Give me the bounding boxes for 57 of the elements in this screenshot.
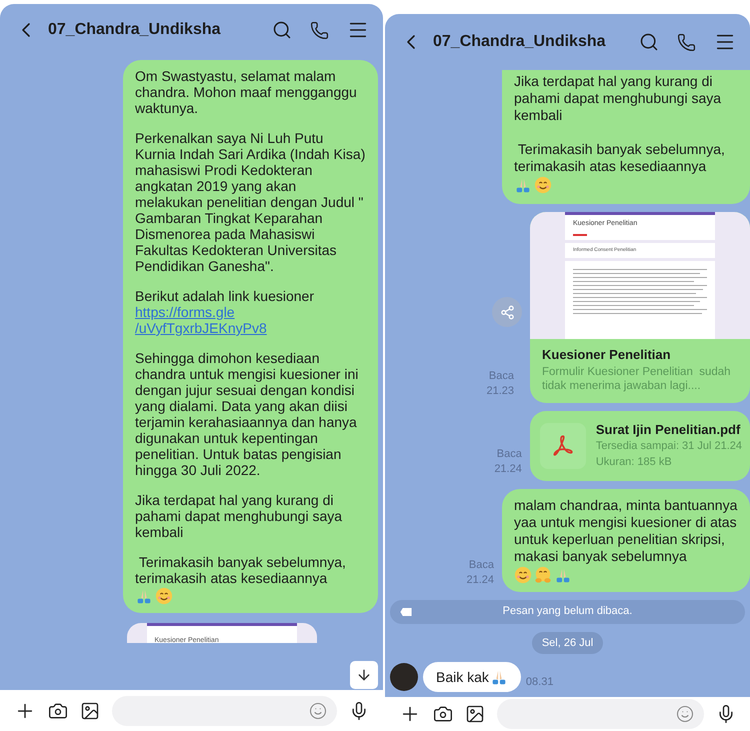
gallery-button[interactable] <box>80 700 100 720</box>
message-time: 21.24 <box>466 572 494 588</box>
message-text: Jika terdapat hal yang kurang di pahami dapat menghubungi saya kembali <box>135 492 344 540</box>
message-time: 21.23 <box>486 384 514 398</box>
image-icon <box>80 700 100 720</box>
camera-button[interactable] <box>48 700 68 720</box>
message-text: malam chandraa, minta bantuannya yaa untuk mengisi kuesioner di atas untuk keperluan penelitian skripsi, makasi banyak sebelumnya <box>514 496 738 564</box>
search-button[interactable] <box>272 20 292 40</box>
message-text: Terimakasih banyak sebelumnya, terimakasih atas kesediaannya <box>135 554 347 586</box>
scroll-down-button[interactable] <box>350 661 378 689</box>
read-status: Baca <box>468 558 494 572</box>
message-text: Perkenalkan saya Ni Luh Putu Kurnia Indah Sari Ardika (Indah Kisa) mahasiswi Prodi Kedokteran angkatan 2019 yang akan melakukan penelitian dengan Judul " Gambaran Tingkat Keparahan Dismenorea pada Mahasiswi Fakultas Kedokteran Universitas Pendidikan Ganesha". <box>135 130 366 274</box>
link-title: Kuesioner Penelitian <box>542 346 672 364</box>
call-button[interactable] <box>677 32 696 52</box>
search-icon <box>272 20 292 40</box>
share-icon <box>500 304 514 320</box>
read-status: Baca <box>488 368 514 384</box>
message-time: 08.31 <box>526 674 554 690</box>
phone-icon <box>310 20 329 40</box>
emoji-icon[interactable] <box>309 702 327 720</box>
camera-button[interactable] <box>433 704 453 724</box>
search-button[interactable] <box>639 32 659 52</box>
phone-icon <box>677 32 696 52</box>
hugging-face-icon <box>534 566 552 584</box>
file-bubble[interactable]: Surat Ijin Penelitian.pdf Tersedia sampai: 31 Jul 21.24 Ukuran: 185 kB <box>530 410 750 480</box>
message-text: Sehingga dimohon kesediaan chandra untuk mengisi kuesioner ini dengan jujur sesuai dengan kondisi yang dialami. Data yang akan diisi terjamin kerahasiaannya dan hanya digunakan untuk kepentingan penelitian. Untuk batas pengisian hingga 30 Juli 2022. <box>135 350 360 478</box>
notice-text: Pesan yang belum dibaca. <box>502 604 634 620</box>
image-icon <box>465 704 485 724</box>
message-text: Berikut adalah link kuesioner <box>135 288 315 304</box>
gallery-button[interactable] <box>465 704 485 724</box>
message-text: Baik kak <box>436 668 489 686</box>
link-description: Formulir Kuesioner Penelitian sudah tidak menerima jawaban lagi.... <box>542 364 732 392</box>
pdf-file-icon <box>540 422 586 468</box>
message-input-field[interactable] <box>497 699 704 729</box>
emoji-icon[interactable] <box>676 705 694 723</box>
search-icon <box>639 32 659 52</box>
tag-icon <box>400 608 412 616</box>
file-size: Ukuran: 185 kB <box>596 455 673 470</box>
required-note-line <box>573 234 587 236</box>
file-name: Surat Ijin Penelitian.pdf <box>596 420 742 438</box>
call-button[interactable] <box>310 20 329 40</box>
message-time: 21.24 <box>494 462 522 476</box>
message-input-field[interactable] <box>112 696 337 726</box>
message-text: Terimakasih banyak sebelumnya, terimakasih atas kesediaannya <box>514 141 726 175</box>
file-availability: Tersedia sampai: 31 Jul 21.24 <box>596 438 742 454</box>
message-text: Om Swastyastu, selamat malam chandra. Mohon maaf mengganggu waktunya. <box>135 68 358 116</box>
message-text: Jika terdapat hal yang kurang di pahami dapat menghubungi saya kembali <box>514 73 722 124</box>
chat-title: 07_Chandra_Undiksha <box>433 32 607 52</box>
chat-title: 07_Chandra_Undiksha <box>48 20 222 40</box>
smiling-face-icon <box>155 587 173 605</box>
avatar[interactable] <box>390 663 418 691</box>
camera-icon <box>48 700 68 720</box>
camera-icon <box>433 704 453 724</box>
smiling-face-icon <box>514 566 532 584</box>
read-status: Baca <box>496 446 522 462</box>
smiling-face-icon <box>534 176 552 194</box>
date-pill: Sel, 26 Jul <box>532 632 604 654</box>
